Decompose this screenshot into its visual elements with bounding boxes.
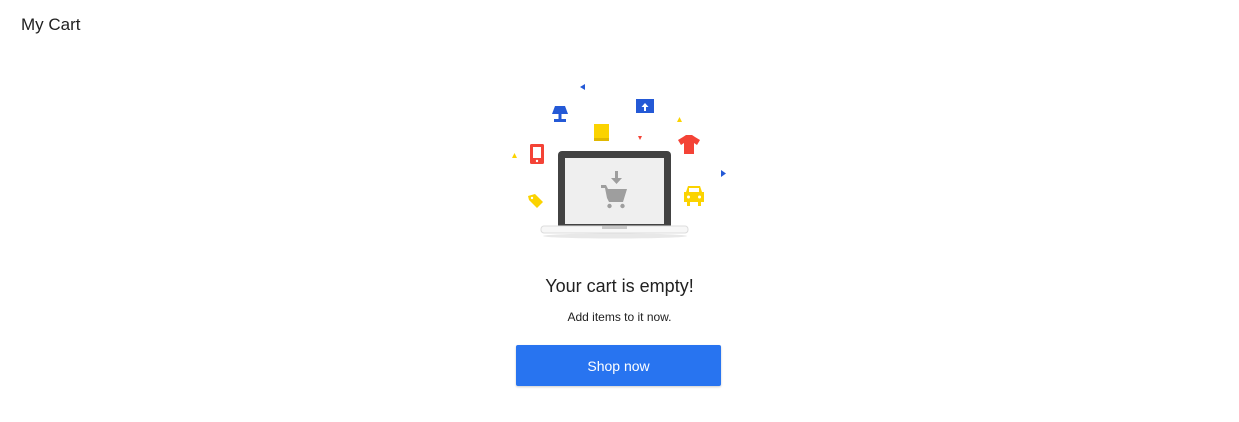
empty-cart-illustration	[512, 84, 726, 239]
confetti-triangle	[638, 136, 642, 140]
confetti-triangle	[580, 84, 585, 90]
shop-now-button[interactable]: Shop now	[516, 345, 721, 386]
book-icon	[594, 124, 609, 141]
lamp-icon	[552, 106, 568, 122]
confetti-triangle	[721, 170, 726, 177]
monitor-icon	[636, 99, 654, 113]
confetti-triangle	[512, 153, 517, 158]
empty-cart-subtext: Add items to it now.	[567, 310, 672, 324]
phone-icon	[530, 144, 544, 164]
page-title: My Cart	[21, 15, 81, 34]
shirt-icon	[678, 135, 700, 154]
empty-cart-heading: Your cart is empty!	[545, 276, 694, 296]
car-icon	[684, 186, 704, 206]
tag-icon	[528, 194, 543, 208]
confetti-triangle	[677, 117, 682, 122]
